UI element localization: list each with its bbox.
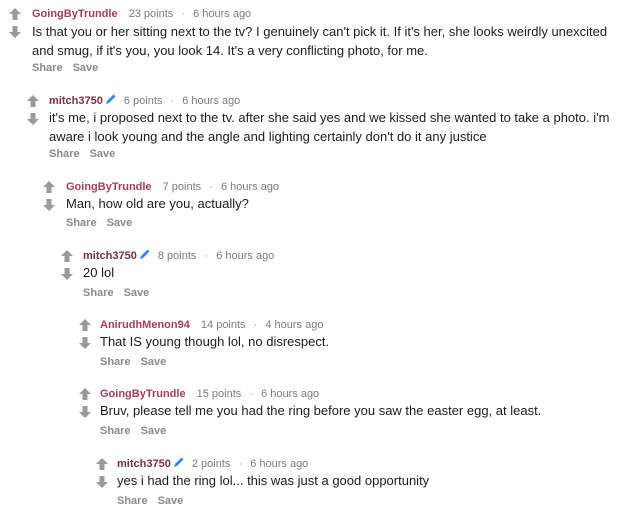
pencil-icon bbox=[173, 456, 185, 468]
comment-actions: Share Save bbox=[100, 424, 176, 438]
downvote-arrow-icon[interactable] bbox=[42, 198, 58, 212]
comment-body: Is that you or her sitting next to the t… bbox=[32, 24, 608, 58]
downvote-arrow-icon[interactable] bbox=[78, 405, 94, 419]
comment-actions: Share Save bbox=[117, 494, 193, 508]
timestamp[interactable]: 6 hours ago bbox=[216, 250, 274, 262]
save-button[interactable]: Save bbox=[107, 217, 133, 229]
comment-actions: Share Save bbox=[100, 355, 176, 369]
points: 6 points bbox=[123, 95, 163, 107]
upvote-arrow-icon[interactable] bbox=[60, 249, 76, 263]
username-link[interactable]: mitch3750 bbox=[83, 250, 137, 262]
points: 23 points bbox=[128, 8, 174, 20]
share-button[interactable]: Share bbox=[49, 148, 80, 160]
downvote-arrow-icon[interactable] bbox=[95, 475, 111, 489]
separator-dot: · bbox=[249, 388, 254, 400]
points: 7 points bbox=[162, 181, 202, 193]
share-button[interactable]: Share bbox=[100, 356, 131, 368]
comment-meta: GoingByTrundle 7 points · 6 hours ago bbox=[66, 180, 279, 194]
comment-body: it's me, i proposed next to the tv. afte… bbox=[49, 110, 610, 144]
timestamp[interactable]: 6 hours ago bbox=[221, 181, 279, 193]
share-button[interactable]: Share bbox=[83, 287, 114, 299]
upvote-arrow-icon[interactable] bbox=[42, 180, 58, 194]
timestamp[interactable]: 4 hours ago bbox=[265, 319, 323, 331]
username-link[interactable]: GoingByTrundle bbox=[32, 8, 118, 20]
comment-actions: Share Save bbox=[66, 216, 142, 230]
username-link[interactable]: mitch3750 bbox=[49, 95, 103, 107]
share-button[interactable]: Share bbox=[66, 217, 97, 229]
downvote-arrow-icon[interactable] bbox=[60, 267, 76, 281]
save-button[interactable]: Save bbox=[158, 495, 184, 507]
comment-meta: mitch3750 2 points · 6 hours ago bbox=[117, 456, 308, 471]
comment-body: That IS young though lol, no disrespect. bbox=[100, 334, 330, 349]
share-button[interactable]: Share bbox=[100, 425, 131, 437]
save-button[interactable]: Save bbox=[73, 62, 99, 74]
upvote-arrow-icon[interactable] bbox=[8, 7, 24, 21]
separator-dot: · bbox=[253, 319, 258, 331]
separator-dot: · bbox=[204, 250, 209, 262]
comment-body: 20 lol bbox=[83, 265, 115, 280]
comment-body: Man, how old are you, actually? bbox=[66, 196, 249, 211]
save-button[interactable]: Save bbox=[141, 356, 167, 368]
share-button[interactable]: Share bbox=[117, 495, 148, 507]
timestamp[interactable]: 6 hours ago bbox=[193, 8, 251, 20]
timestamp[interactable]: 6 hours ago bbox=[261, 388, 319, 400]
upvote-arrow-icon[interactable] bbox=[26, 94, 42, 108]
username-link[interactable]: GoingByTrundle bbox=[66, 181, 152, 193]
save-button[interactable]: Save bbox=[124, 287, 150, 299]
points: 2 points bbox=[191, 458, 231, 470]
username-link[interactable]: mitch3750 bbox=[117, 458, 171, 470]
separator-dot: · bbox=[181, 8, 186, 20]
points: 8 points bbox=[157, 250, 197, 262]
comment-actions: Share Save bbox=[49, 147, 125, 161]
downvote-arrow-icon[interactable] bbox=[78, 336, 94, 350]
points: 14 points bbox=[200, 319, 246, 331]
username-link[interactable]: GoingByTrundle bbox=[100, 388, 186, 400]
separator-dot: · bbox=[209, 181, 213, 193]
downvote-arrow-icon[interactable] bbox=[8, 25, 24, 39]
comment-body: Bruv, please tell me you had the ring be… bbox=[100, 403, 542, 418]
save-button[interactable]: Save bbox=[90, 148, 116, 160]
share-button[interactable]: Share bbox=[32, 62, 63, 74]
separator-dot: · bbox=[238, 458, 243, 470]
comment-meta: mitch3750 6 points · 6 hours ago bbox=[49, 93, 240, 108]
pencil-icon bbox=[139, 248, 151, 260]
separator-dot: · bbox=[170, 95, 175, 107]
comment-actions: Share Save bbox=[83, 286, 159, 300]
comment-meta: mitch3750 8 points · 6 hours ago bbox=[83, 248, 274, 263]
username-link[interactable]: AnirudhMenon94 bbox=[100, 319, 190, 331]
upvote-arrow-icon[interactable] bbox=[95, 457, 111, 471]
comment-body: yes i had the ring lol... this was just … bbox=[117, 473, 430, 488]
pencil-icon bbox=[105, 93, 117, 105]
timestamp[interactable]: 6 hours ago bbox=[182, 95, 240, 107]
comment-meta: AnirudhMenon94 14 points · 4 hours ago bbox=[100, 318, 323, 332]
points: 15 points bbox=[196, 388, 242, 400]
save-button[interactable]: Save bbox=[141, 425, 167, 437]
timestamp[interactable]: 6 hours ago bbox=[250, 458, 308, 470]
comment-meta: GoingByTrundle 23 points · 6 hours ago bbox=[32, 7, 251, 21]
downvote-arrow-icon[interactable] bbox=[26, 112, 42, 126]
upvote-arrow-icon[interactable] bbox=[78, 318, 94, 332]
upvote-arrow-icon[interactable] bbox=[78, 387, 94, 401]
comment-meta: GoingByTrundle 15 points · 6 hours ago bbox=[100, 387, 319, 401]
comment-actions: Share Save bbox=[32, 61, 108, 75]
